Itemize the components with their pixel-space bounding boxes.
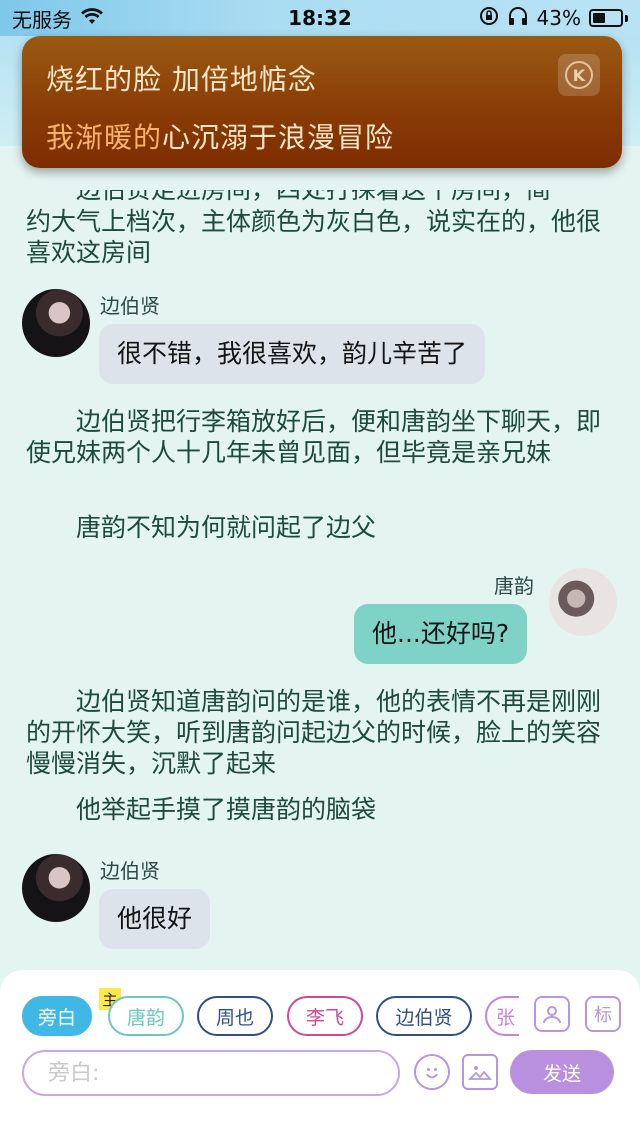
lyric-line-2: 我渐暖的心沉溺于浪漫冒险 [46,116,598,156]
role-narrator[interactable]: 旁白 [22,996,92,1036]
speaker-name: 唐韵 [494,574,534,598]
tag-button[interactable]: 标 [585,996,621,1032]
status-time: 18:32 [288,6,352,30]
role-zhouye[interactable]: 周也 [197,996,273,1036]
karaoke-icon[interactable]: K [558,54,600,96]
message-bubble[interactable]: 他很好 [99,889,211,949]
narration-partial: 边伯贤走进房间，四处打探着这个房间，简 [76,175,552,204]
chat-area[interactable]: 边伯贤走进房间，四处打探着这个房间，简 约大气上档次，主体颜色为灰白色，说实在的… [0,168,640,968]
lyric-line-2-highlight: 我渐暖的 [46,121,163,154]
role-bianboxian[interactable]: 边伯贤 [376,996,472,1036]
message-bubble[interactable]: 他...还好吗? [354,604,528,664]
narration-5: 他举起手摸了摸唐韵的脑袋 [76,795,377,824]
narration-3: 唐韵不知为何就问起了边父 [76,513,377,542]
battery-tip [625,14,628,22]
battery-percent: 43% [536,6,581,30]
wifi-icon [80,6,104,30]
lyric-line-1: 烧红的脸 加倍地惦念 [46,63,317,96]
composer-panel: 旁白 主 唐韵 周也 李飞 边伯贤 张 标 发送 [0,970,640,1139]
narration-2: 边伯贤把行李箱放好后，便和唐韵坐下聊天，即使兄妹两个人十几年未曾见面，但毕竟是亲… [26,407,602,467]
lyric-line-2-rest: 心沉溺于浪漫冒险 [162,121,395,154]
narration-1: 约大气上档次，主体颜色为灰白色，说实在的，他很喜欢这房间 [26,207,602,267]
role-tangyun[interactable]: 唐韵 [108,996,184,1036]
send-button[interactable]: 发送 [510,1050,614,1094]
avatar-tangyun[interactable] [549,568,617,636]
narration-4: 边伯贤知道唐韵问的是谁，他的表情不再是刚刚的开怀大笑，听到唐韵问起边父的时候，脸… [26,687,602,778]
role-lifei[interactable]: 李飞 [287,996,363,1036]
headphones-icon [507,6,529,31]
lyric-banner[interactable]: 烧红的脸 加倍地惦念 我渐暖的心沉溺于浪漫冒险 K [22,36,622,168]
emoji-icon[interactable] [414,1054,450,1090]
speaker-name: 边伯贤 [100,859,160,883]
role-zhang-partial[interactable]: 张 [485,996,519,1036]
image-icon[interactable] [462,1054,498,1090]
message-bubble[interactable]: 很不错，我很喜欢，韵儿辛苦了 [99,324,486,384]
avatar-bianboxian[interactable] [22,854,90,922]
status-bar: 无服务 18:32 43% [0,0,640,36]
rotation-lock-icon [479,6,499,31]
battery-icon [589,9,623,27]
input-row: 发送 [22,1050,622,1096]
character-profile-icon[interactable] [534,996,570,1032]
avatar-bianboxian[interactable] [22,289,90,357]
speaker-name: 边伯贤 [100,294,160,318]
carrier-label: 无服务 [12,7,72,32]
message-input[interactable] [22,1050,400,1096]
role-selector: 旁白 主 唐韵 周也 李飞 边伯贤 张 标 [22,988,622,1038]
